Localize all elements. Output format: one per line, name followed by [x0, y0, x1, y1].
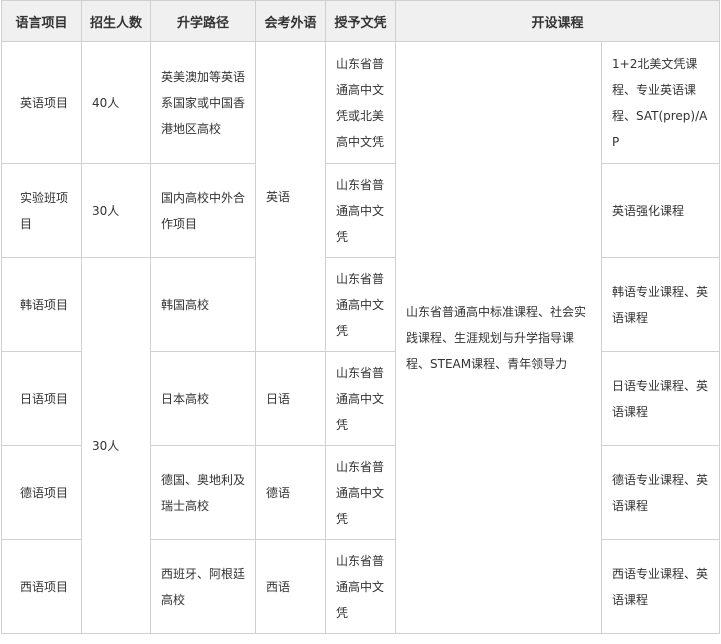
language-cell: 西语项目: [1, 539, 82, 634]
language-cell: 英语项目: [1, 41, 82, 164]
exam-language-cell: 德语: [255, 445, 326, 540]
table-row: 韩语项目 30人 韩国高校 山东省普通高中文凭 韩语专业课程、英语课程: [1, 257, 721, 634]
diploma-cell: 山东省普通高中文凭: [325, 351, 396, 446]
enrollment-cell: 30人: [81, 163, 151, 258]
path-cell: 国内高校中外合作项目: [150, 163, 256, 258]
course-cell: 韩语专业课程、英语课程: [600, 257, 721, 352]
enrollment-cell: 30人: [81, 257, 151, 634]
diploma-cell: 山东省普通高中文凭: [325, 539, 396, 634]
path-cell: 西班牙、阿根廷高校: [150, 539, 256, 634]
course-cell: 1+2北美文凭课程、专业英语课程、SAT(prep)/AP: [600, 41, 721, 164]
program-table: 语言项目 招生人数 升学路径 会考外语 授予文凭 开设课程 英语项目 40人 英…: [1, 0, 721, 634]
path-cell: 德国、奥地利及瑞士高校: [150, 445, 256, 540]
exam-language-cell: 日语: [255, 351, 326, 446]
header-row: 语言项目 招生人数 升学路径 会考外语 授予文凭 开设课程: [1, 0, 721, 42]
language-cell: 德语项目: [1, 445, 82, 540]
diploma-cell: 山东省普通高中文凭: [325, 257, 396, 352]
course-cell: 英语强化课程: [600, 163, 721, 258]
path-cell: 日本高校: [150, 351, 256, 446]
table-row: 实验班项目 30人 国内高校中外合作项目 山东省普通高中文凭 英语强化课程: [1, 163, 721, 258]
header-language: 语言项目: [1, 0, 82, 42]
path-cell: 韩国高校: [150, 257, 256, 352]
path-cell: 英美澳加等英语系国家或中国香港地区高校: [150, 41, 256, 164]
language-cell: 实验班项目: [1, 163, 82, 258]
course-cell: 日语专业课程、英语课程: [600, 351, 721, 446]
diploma-cell: 山东省普通高中文凭: [325, 445, 396, 540]
language-cell: 日语项目: [1, 351, 82, 446]
diploma-cell: 山东省普通高中文凭或北美高中文凭: [325, 41, 396, 164]
course-cell: 西语专业课程、英语课程: [600, 539, 721, 634]
exam-language-cell: 英语: [255, 41, 326, 352]
diploma-cell: 山东省普通高中文凭: [325, 163, 396, 258]
course-cell: 德语专业课程、英语课程: [600, 445, 721, 540]
language-cell: 韩语项目: [1, 257, 82, 352]
header-enrollment: 招生人数: [81, 0, 151, 42]
header-diploma: 授予文凭: [325, 0, 396, 42]
header-exam-language: 会考外语: [255, 0, 326, 42]
enrollment-cell: 40人: [81, 41, 151, 164]
common-courses-cell: 山东省普通高中标准课程、社会实践课程、生涯规划与升学指导课程、STEAM课程、青…: [395, 41, 602, 634]
exam-language-cell: 西语: [255, 539, 326, 634]
table-row: 英语项目 40人 英美澳加等英语系国家或中国香港地区高校 英语 山东省普通高中文…: [1, 41, 721, 634]
header-courses: 开设课程: [394, 0, 721, 42]
header-path: 升学路径: [150, 0, 256, 42]
